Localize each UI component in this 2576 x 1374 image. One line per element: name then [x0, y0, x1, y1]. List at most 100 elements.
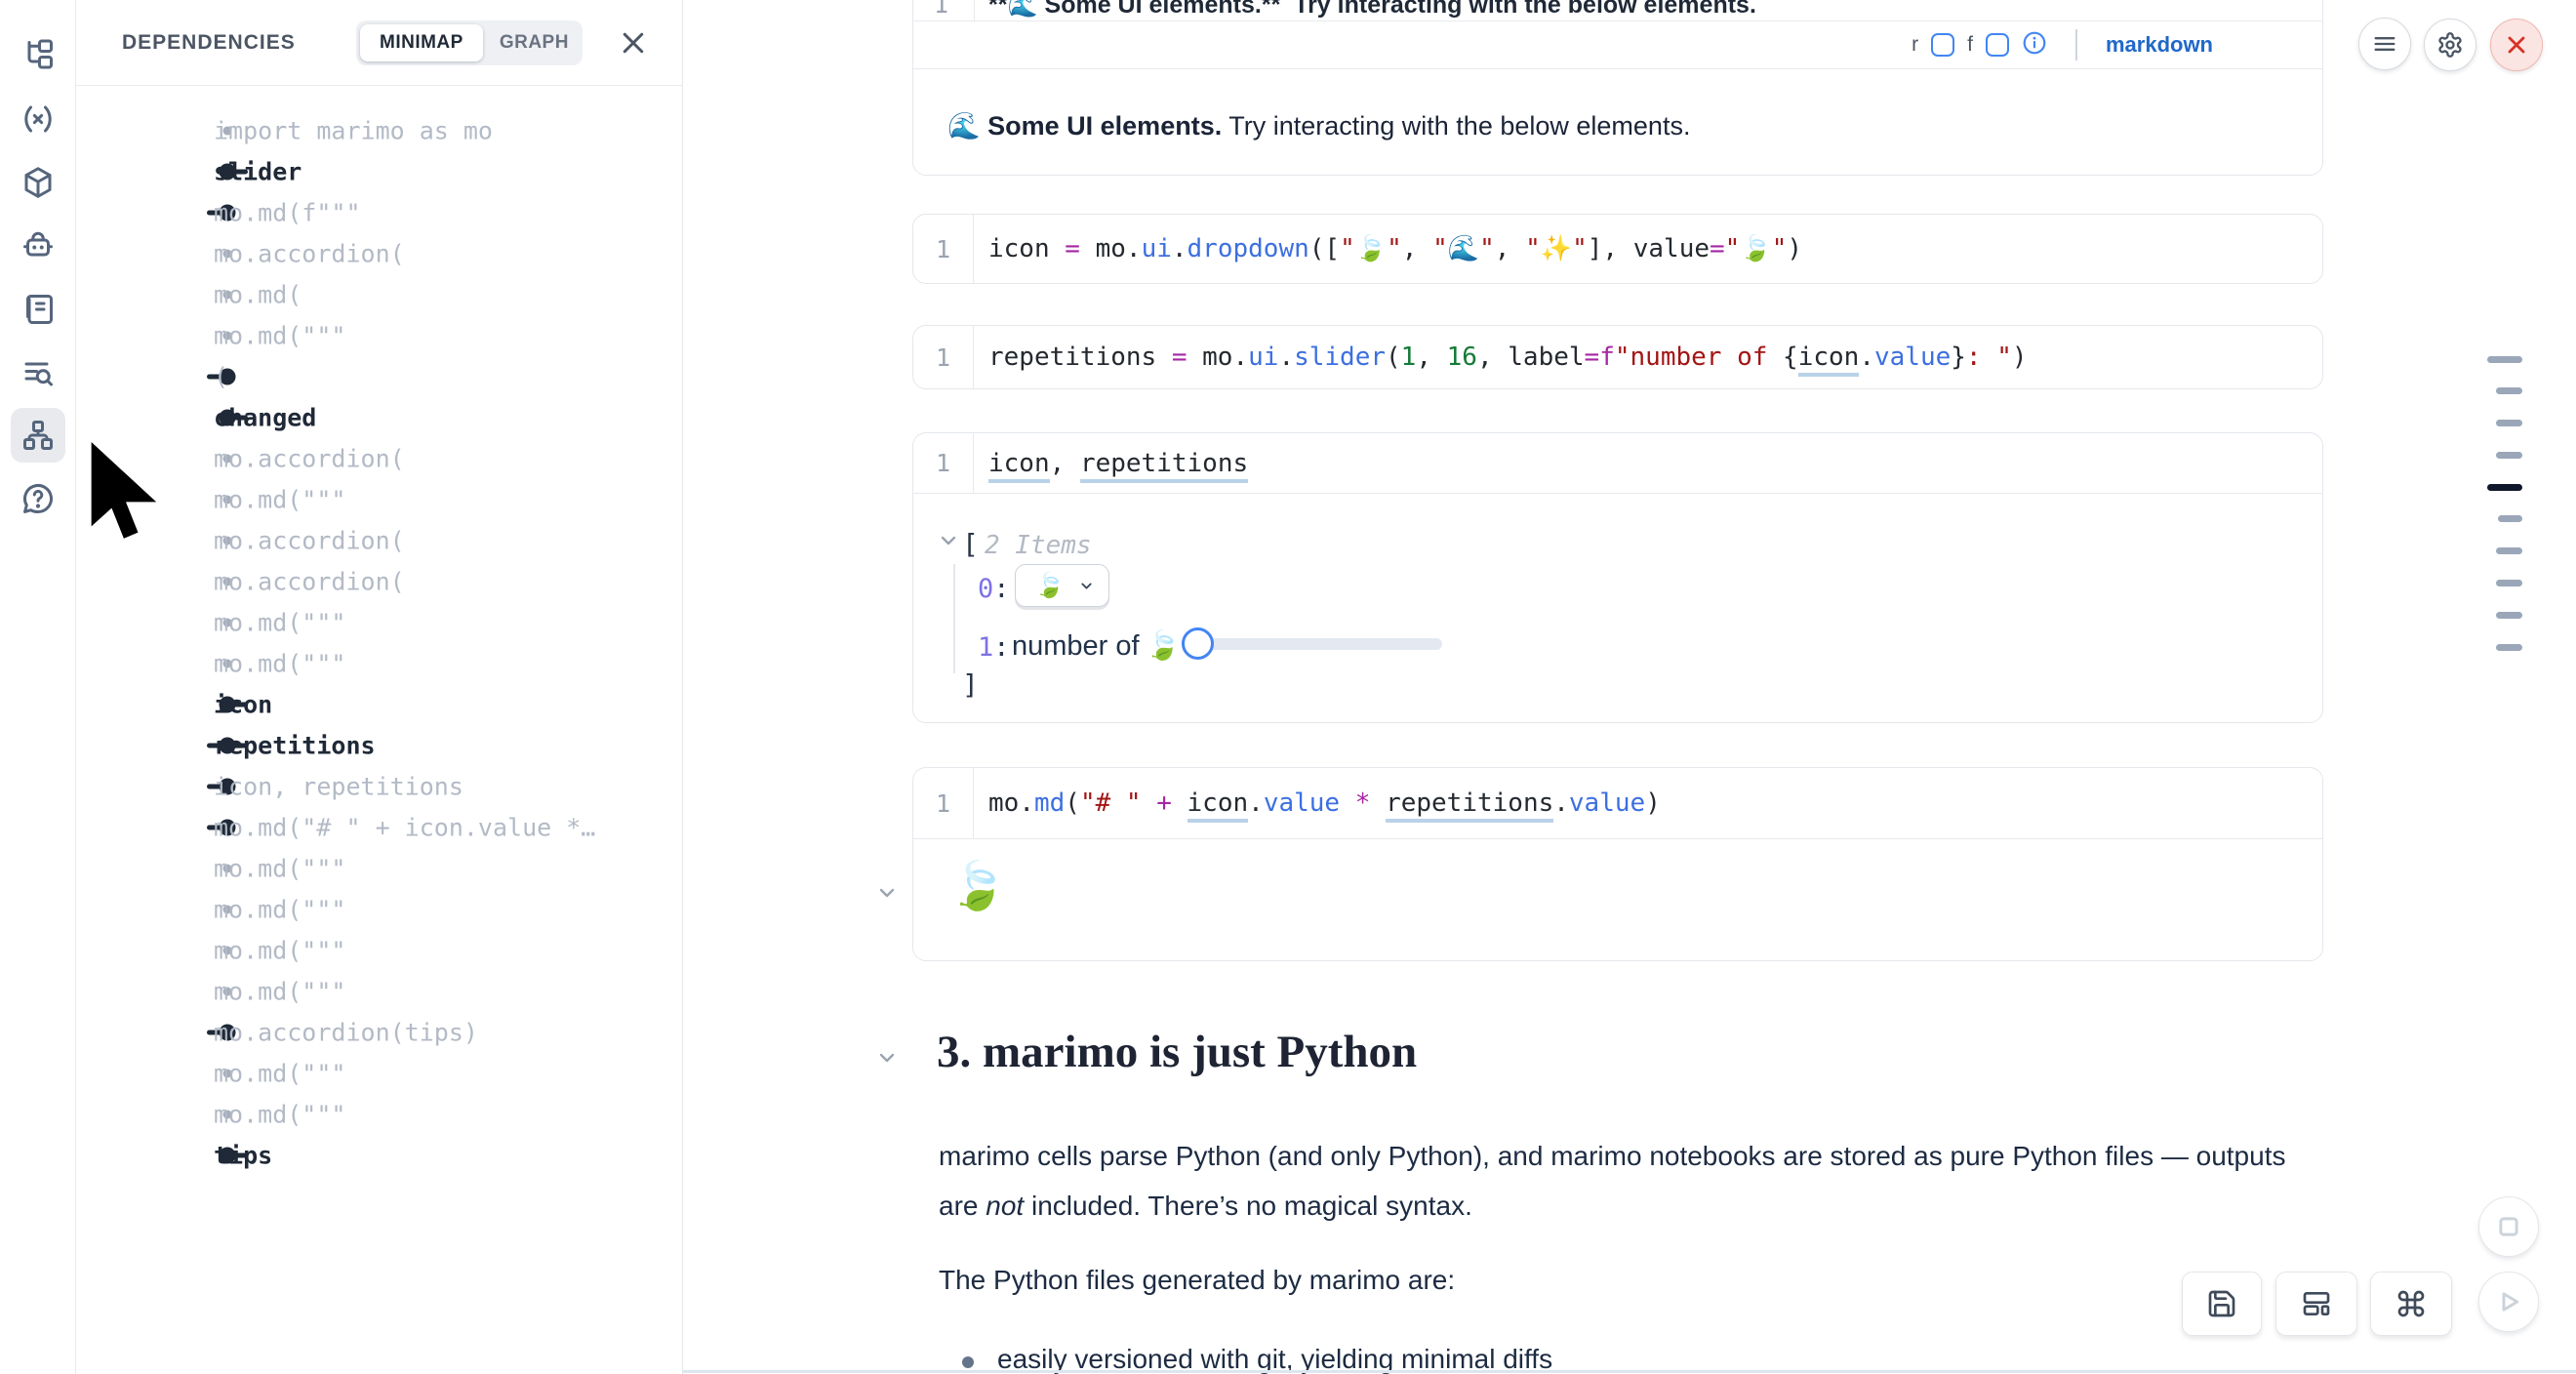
chevron-down-icon[interactable]	[875, 1046, 899, 1070]
minimap-item-label: mo.md("""	[214, 486, 345, 514]
scroll-dash[interactable]	[2496, 644, 2522, 651]
minimap-item[interactable]: icon, repetitions	[76, 766, 682, 807]
layout-icon[interactable]	[2275, 1272, 2357, 1336]
code-editor[interactable]: 1 icon, repetitions	[913, 433, 2322, 494]
minimap-item[interactable]: mo.md("""	[76, 602, 682, 643]
chevron-down-icon[interactable]	[875, 881, 899, 905]
minimap-item[interactable]: mo.accordion(	[76, 438, 682, 479]
tab-graph[interactable]: GRAPH	[483, 24, 585, 61]
code-line[interactable]: icon = mo.ui.dropdown(["🍃", "🌊", "✨"], v…	[974, 234, 1802, 263]
minimap-item[interactable]: mo.md(	[76, 274, 682, 315]
cell-footer: r f markdown	[913, 21, 2322, 69]
dropdown-select[interactable]: 🍃	[1015, 564, 1109, 607]
minimap-item[interactable]: mo.md("# " + icon.value *…	[76, 807, 682, 848]
heading-output: 🍃	[948, 858, 1007, 913]
minimap-item-label: mo.accordion(	[214, 240, 405, 268]
scroll-dash[interactable]	[2496, 612, 2522, 619]
minimap-item[interactable]: mo.md("""	[76, 848, 682, 889]
minimap-item[interactable]: mo.accordion(tips)	[76, 1012, 682, 1053]
minimap-item-label: mo.md("""	[214, 855, 345, 883]
minimap-item[interactable]: mo.accordion(	[76, 520, 682, 561]
minimap-item[interactable]: mo.md(f"""	[76, 192, 682, 233]
minimap-item[interactable]: mo.accordion(	[76, 561, 682, 602]
footer-divider	[2075, 29, 2077, 61]
markdown-source[interactable]: **🌊 Some UI elements.** Try interacting …	[988, 0, 1756, 20]
list-search-icon[interactable]	[11, 345, 65, 400]
r-checkbox-label: r	[1912, 33, 1918, 57]
scroll-dash[interactable]	[2498, 515, 2522, 522]
minimap-item-label: mo.md("""	[214, 322, 345, 350]
line-number: 1	[913, 433, 974, 493]
command-icon[interactable]	[2370, 1272, 2452, 1336]
minimap-item[interactable]: mo.accordion(	[76, 233, 682, 274]
view-toggle: MINIMAP GRAPH	[356, 20, 583, 65]
output-bold-text: Some UI elements.	[987, 111, 1222, 141]
gutter-divider	[974, 0, 975, 20]
scroll-icon[interactable]	[11, 282, 65, 337]
minimap-item[interactable]: tips	[76, 1135, 682, 1176]
slider-track[interactable]	[1183, 638, 1442, 650]
minimap-item-label: icon	[214, 691, 272, 719]
code-cell-dropdown[interactable]: 1 icon = mo.ui.dropdown(["🍃", "🌊", "✨"],…	[912, 214, 2323, 284]
minimap-item[interactable]: slider	[76, 151, 682, 192]
marimo-app: DEPENDENCIES MINIMAP GRAPH import marimo…	[0, 0, 2576, 1374]
code-cell-md-expr: 1 mo.md("# " + icon.value * repetitions.…	[912, 767, 2323, 961]
minimap-item[interactable]: mo.md("""	[76, 1094, 682, 1135]
minimap-item[interactable]: mo.md("""	[76, 479, 682, 520]
scroll-dash[interactable]	[2496, 387, 2522, 394]
dependency-graph-icon[interactable]	[11, 408, 65, 463]
dependencies-panel: DEPENDENCIES MINIMAP GRAPH import marimo…	[76, 0, 683, 1374]
minimap-item[interactable]: repetitions	[76, 725, 682, 766]
minimap-item[interactable]: mo.md("""	[76, 315, 682, 356]
play-icon[interactable]	[2478, 1272, 2539, 1332]
leaf-emoji: 🍃	[948, 861, 1007, 912]
minimap-item-label: mo.md("""	[214, 937, 345, 965]
menu-icon[interactable]	[2358, 18, 2411, 70]
close-icon[interactable]	[619, 28, 648, 58]
info-icon[interactable]	[2022, 30, 2047, 61]
code-line[interactable]: repetitions = mo.ui.slider(1, 16, label=…	[974, 343, 2028, 372]
scroll-dash[interactable]	[2496, 547, 2522, 554]
minimap-item[interactable]: import marimo as mo	[76, 110, 682, 151]
minimap-item[interactable]: mo.md("""	[76, 971, 682, 1012]
leaf-emoji: 🍃	[1146, 629, 1181, 663]
scroll-dash[interactable]	[2496, 580, 2522, 586]
scroll-dash-active[interactable]	[2487, 484, 2522, 491]
markdown-editor[interactable]: 1 **🌊 Some UI elements.** Try interactin…	[913, 0, 2322, 21]
minimap-item[interactable]: mo.md("""	[76, 930, 682, 971]
minimap-item[interactable]: mo.md("""	[76, 1053, 682, 1094]
r-checkbox[interactable]	[1931, 33, 1954, 57]
bot-icon[interactable]	[11, 219, 65, 273]
minimap-item[interactable]: mo.md("""	[76, 889, 682, 930]
f-checkbox[interactable]	[1986, 33, 2009, 57]
line-number: 1	[913, 326, 974, 388]
code-editor[interactable]: 1 mo.md("# " + icon.value * repetitions.…	[913, 768, 2322, 839]
line-number: 1	[913, 215, 974, 283]
help-icon[interactable]	[11, 471, 65, 526]
f-checkbox-label: f	[1967, 33, 1973, 57]
scroll-dash[interactable]	[2496, 452, 2522, 459]
shutdown-x-icon[interactable]	[2490, 19, 2543, 71]
scroll-dash[interactable]	[2487, 356, 2522, 363]
code-line[interactable]: mo.md("# " + icon.value * repetitions.va…	[974, 788, 1661, 818]
minimap-item[interactable]: icon	[76, 684, 682, 725]
code-line[interactable]: icon, repetitions	[974, 449, 1248, 478]
code-parens-icon[interactable]	[11, 92, 65, 146]
code-cell-slider[interactable]: 1 repetitions = mo.ui.slider(1, 16, labe…	[912, 325, 2323, 389]
gear-icon[interactable]	[2424, 19, 2476, 71]
scroll-dash[interactable]	[2496, 420, 2522, 426]
minimap-item[interactable]: mo.md("""	[76, 643, 682, 684]
minimap-item[interactable]: changed	[76, 397, 682, 438]
slider-thumb[interactable]	[1182, 627, 1214, 660]
chevron-down-icon[interactable]	[937, 529, 960, 552]
stop-icon[interactable]	[2478, 1196, 2539, 1257]
dependencies-header: DEPENDENCIES MINIMAP GRAPH	[76, 0, 682, 86]
language-badge[interactable]: markdown	[2106, 32, 2213, 58]
dropdown-value: 🍃	[1034, 572, 1065, 600]
tree-index-0: 0:	[978, 574, 1010, 604]
save-icon[interactable]	[2182, 1272, 2262, 1336]
package-icon[interactable]	[11, 155, 65, 210]
tab-minimap[interactable]: MINIMAP	[360, 24, 483, 61]
minimap-item[interactable]: (	[76, 356, 682, 397]
file-tree-icon[interactable]	[11, 28, 65, 83]
